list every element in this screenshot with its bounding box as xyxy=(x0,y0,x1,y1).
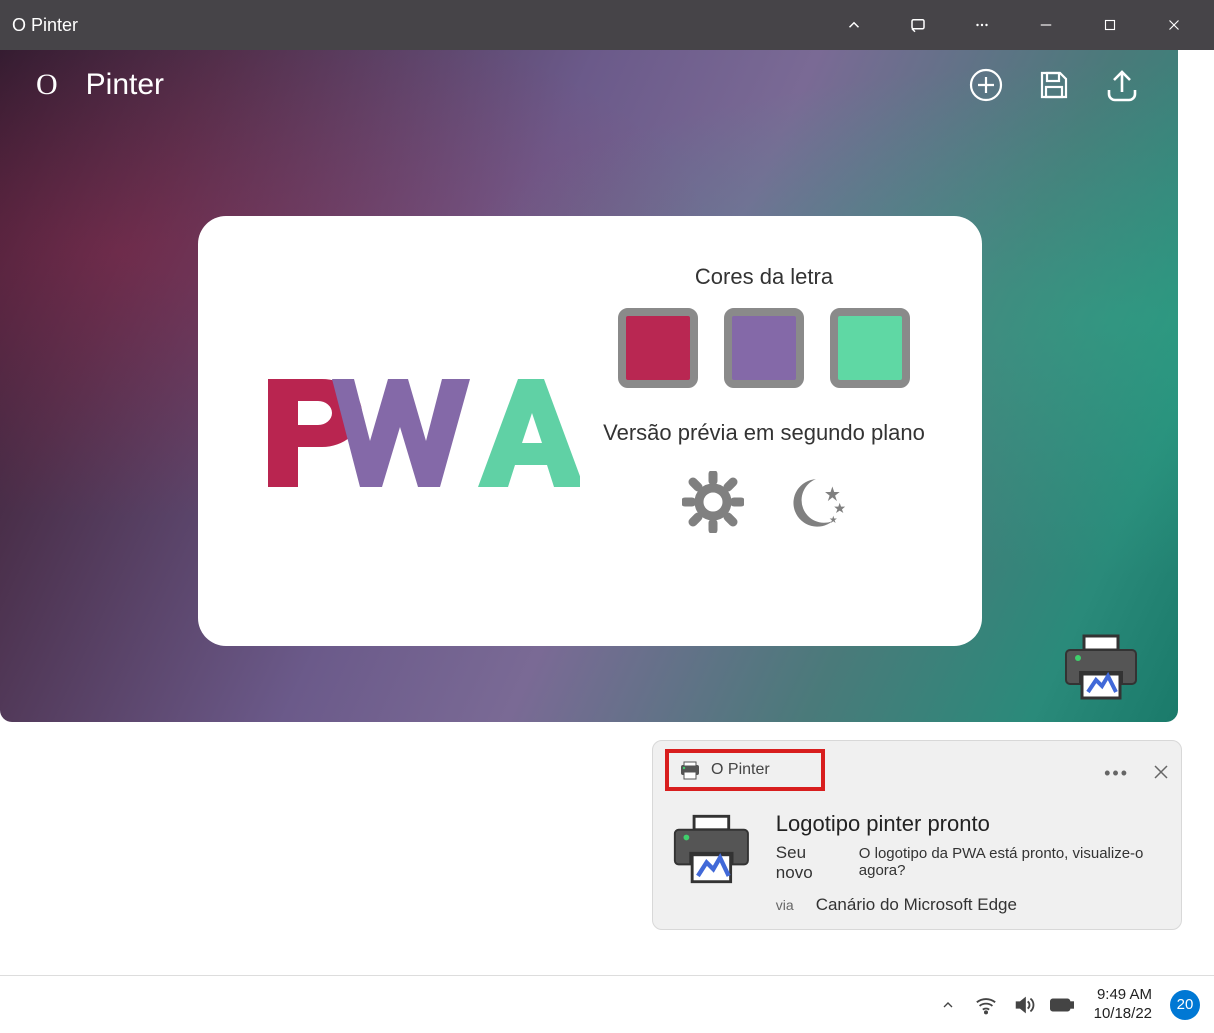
swatch-2[interactable] xyxy=(724,308,804,388)
maximize-button[interactable] xyxy=(1082,5,1138,45)
notification-subtitle-1: Seu novo xyxy=(776,843,845,883)
dark-mode-button[interactable] xyxy=(783,470,847,534)
pwa-a-glyph xyxy=(478,379,580,487)
notification-actions: ••• xyxy=(1104,763,1169,786)
titlebar-controls xyxy=(826,5,1202,45)
caret-up-icon[interactable] xyxy=(826,5,882,45)
battery-icon[interactable] xyxy=(1050,993,1074,1017)
logo-preview xyxy=(246,256,594,606)
notification-via-app: Canário do Microsoft Edge xyxy=(816,895,1017,915)
upload-button[interactable] xyxy=(1102,65,1142,105)
printer-status-icon[interactable] xyxy=(1064,634,1138,700)
save-button[interactable] xyxy=(1034,65,1074,105)
color-swatches xyxy=(618,308,910,388)
window-title: O Pinter xyxy=(12,15,826,36)
background-label: Versão prévia em segundo plano xyxy=(603,420,925,446)
notification-count-badge[interactable]: 20 xyxy=(1170,990,1200,1020)
app-header: O Pinter xyxy=(0,50,1178,120)
notification-text: Logotipo pinter pronto Seu novo O logoti… xyxy=(776,811,1181,915)
notification-title: Logotipo pinter pronto xyxy=(776,811,1181,837)
notification-header: O Pinter xyxy=(665,749,825,791)
brand-title: Pinter xyxy=(86,68,164,102)
brand-icon: O xyxy=(36,68,58,102)
controls-panel: Cores da letra Versão prévia em segundo … xyxy=(594,256,934,606)
volume-icon[interactable] xyxy=(1012,993,1036,1017)
editor-card: Cores da letra Versão prévia em segundo … xyxy=(198,216,982,646)
add-button[interactable] xyxy=(966,65,1006,105)
tray-overflow-icon[interactable] xyxy=(936,993,960,1017)
notification-app-name: O Pinter xyxy=(711,761,770,779)
notification-printer-icon xyxy=(671,811,752,887)
clock-date: 10/18/22 xyxy=(1094,1005,1152,1024)
notification-app-icon xyxy=(679,759,701,781)
clock-time: 9:49 AM xyxy=(1097,986,1152,1005)
minimize-button[interactable] xyxy=(1018,5,1074,45)
taskbar: 9:49 AM 10/18/22 20 xyxy=(0,975,1214,1033)
background-toggles xyxy=(681,470,847,534)
notification-via-label: via xyxy=(776,897,794,913)
more-icon[interactable] xyxy=(954,5,1010,45)
pwa-logo xyxy=(260,361,580,501)
swatch-3[interactable] xyxy=(830,308,910,388)
cast-icon[interactable] xyxy=(890,5,946,45)
pwa-w-glyph xyxy=(332,379,470,487)
light-mode-button[interactable] xyxy=(681,470,745,534)
notification-toast: O Pinter ••• Logotipo pinter pronto Seu … xyxy=(652,740,1182,930)
wifi-icon[interactable] xyxy=(974,993,998,1017)
notification-subtitle-2: O logotipo da PWA está pronto, visualize… xyxy=(859,845,1181,879)
notification-more-icon[interactable]: ••• xyxy=(1104,763,1129,786)
swatch-1[interactable] xyxy=(618,308,698,388)
clock[interactable]: 9:49 AM 10/18/22 xyxy=(1094,986,1152,1024)
app-brand: O Pinter xyxy=(36,68,164,102)
colors-label: Cores da letra xyxy=(695,264,833,290)
header-actions xyxy=(966,65,1142,105)
notification-body: Logotipo pinter pronto Seu novo O logoti… xyxy=(671,811,1181,915)
app-window: O Pinter xyxy=(0,50,1178,722)
titlebar: O Pinter xyxy=(0,0,1214,50)
close-button[interactable] xyxy=(1146,5,1202,45)
notification-close-icon[interactable] xyxy=(1153,763,1169,786)
